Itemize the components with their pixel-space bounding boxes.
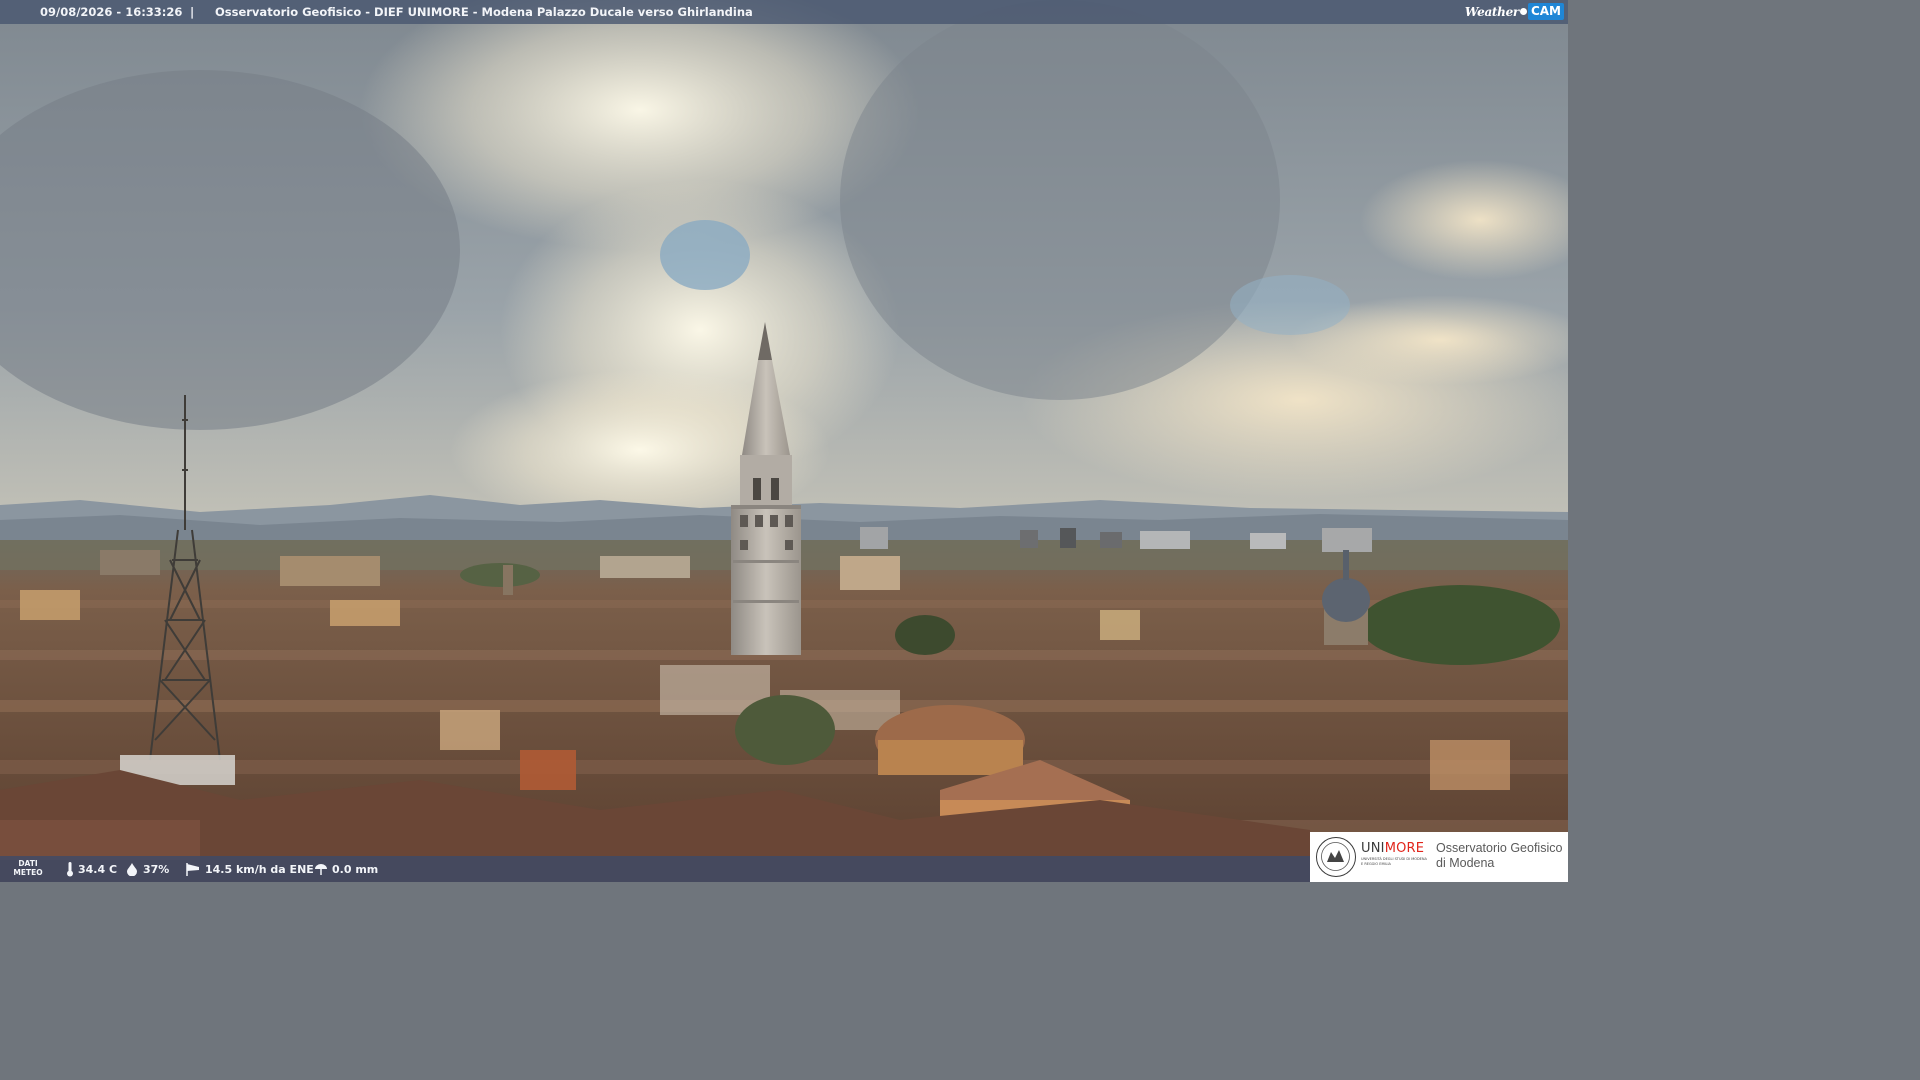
- city-skyline-photo: [0, 0, 1568, 882]
- unimore-subtitle: UNIVERSITÀ DEGLI STUDI DI MODENA E REGGI…: [1361, 857, 1427, 866]
- humidity-reading: 37%: [125, 856, 169, 882]
- weather-data-bar: DATI METEO 34.4 C 37% 14.5 km/h da ENE 0…: [0, 856, 1310, 882]
- weathercam-logo-weather: Weather: [1464, 4, 1519, 19]
- observatory-line-2: di Modena: [1436, 856, 1495, 870]
- wind-sock-icon: [186, 863, 199, 876]
- observatory-name: Osservatorio Geofisico di Modena: [1436, 841, 1562, 871]
- temperature-reading: 34.4 C: [66, 856, 117, 882]
- rain-reading: 0.0 mm: [314, 856, 378, 882]
- dati-meteo-label: DATI METEO: [13, 859, 43, 877]
- wind-value: 14.5 km/h da ENE: [205, 862, 314, 876]
- rain-gauge-icon: [315, 864, 327, 875]
- seal-emblem-icon: [1321, 842, 1350, 871]
- weathercam-dot-icon: [1519, 8, 1527, 15]
- header-separator: |: [190, 5, 195, 19]
- webcam-header-bar: 09/08/2026 - 16:33:26 | Osservatorio Geo…: [0, 0, 1568, 24]
- unimore-wordmark: UNIMORE: [1361, 841, 1424, 856]
- observatory-line-1: Osservatorio Geofisico: [1436, 841, 1563, 855]
- temperature-value: 34.4 C: [78, 862, 118, 876]
- unimore-uni: UNI: [1361, 841, 1385, 856]
- webcam-frame: 09/08/2026 - 16:33:26 | Osservatorio Geo…: [0, 0, 1568, 882]
- wind-reading: 14.5 km/h da ENE: [185, 856, 314, 882]
- unimore-more: MORE: [1384, 841, 1425, 856]
- unimore-logo-panel: UNIMORE UNIVERSITÀ DEGLI STUDI DI MODENA…: [1310, 832, 1568, 882]
- university-seal-icon: [1316, 837, 1356, 877]
- humidity-value: 37%: [143, 862, 170, 876]
- rain-value: 0.0 mm: [332, 862, 379, 876]
- humidity-drop-icon: [127, 863, 137, 876]
- weathercam-logo: Weather CAM: [1465, 2, 1564, 21]
- timestamp: 09/08/2026 - 16:33:26: [40, 5, 183, 19]
- thermometer-icon: [67, 862, 73, 877]
- weathercam-logo-cam: CAM: [1527, 3, 1564, 20]
- camera-title: Osservatorio Geofisico - DIEF UNIMORE - …: [215, 5, 753, 19]
